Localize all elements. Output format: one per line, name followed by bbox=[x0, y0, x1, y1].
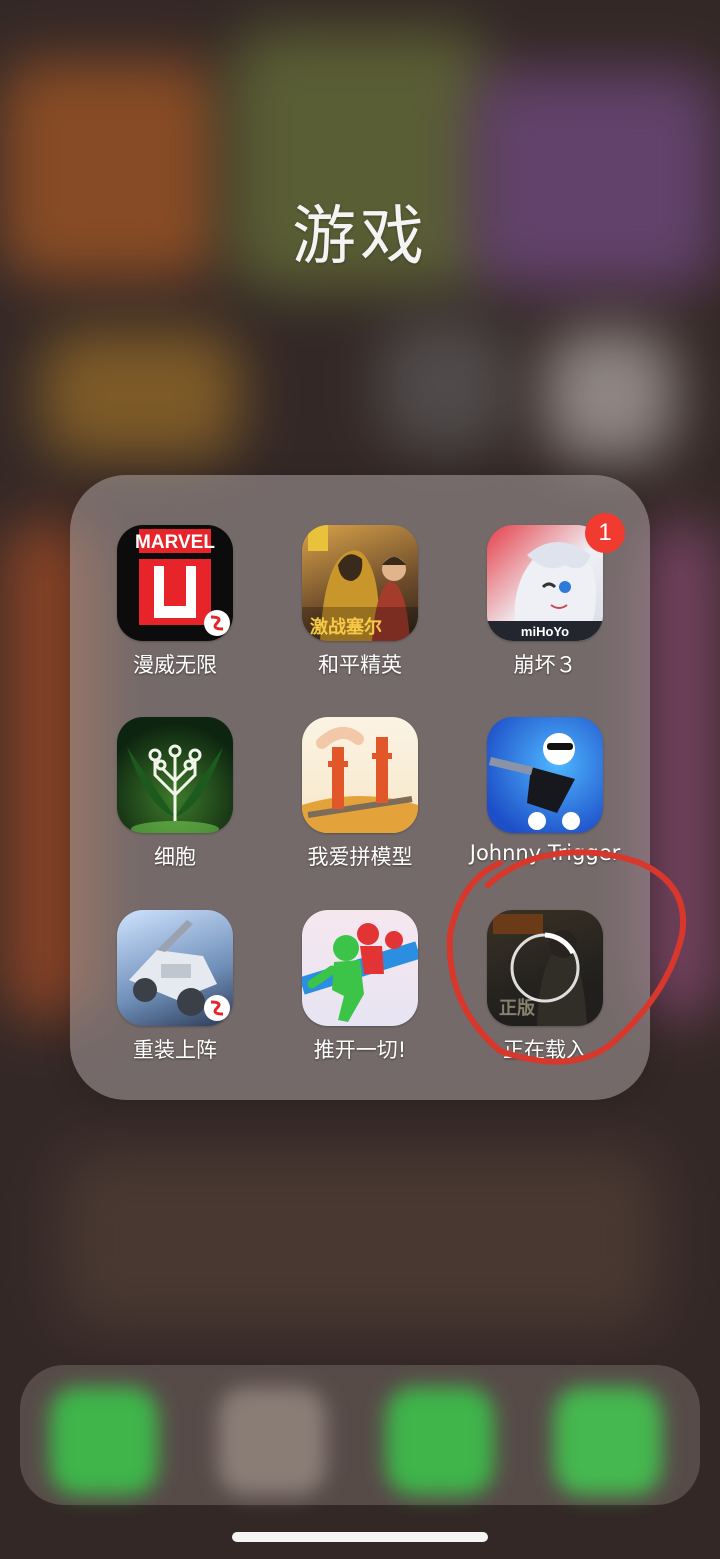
push-everything-icon bbox=[302, 910, 418, 1026]
dock bbox=[20, 1365, 700, 1505]
app-bridge-model[interactable]: 我爱拼模型 bbox=[280, 717, 440, 871]
app-label: 和平精英 bbox=[318, 653, 402, 677]
app-marvel-unlimited[interactable]: MARVEL 漫威无限 bbox=[95, 525, 255, 679]
svg-text:MARVEL: MARVEL bbox=[135, 532, 215, 553]
downloading-app-icon: 正版 bbox=[487, 910, 603, 1026]
app-label: 崩坏３ bbox=[513, 653, 577, 677]
notification-badge: 1 bbox=[585, 513, 625, 553]
cell-to-singularity-icon bbox=[117, 717, 233, 833]
app-johnny-trigger[interactable]: Johnny Trigger bbox=[465, 717, 625, 865]
app-downloading[interactable]: 正版 正在载入 bbox=[465, 910, 625, 1064]
app-label: 重装上阵 bbox=[133, 1038, 217, 1062]
peacekeeper-elite-icon: 激战塞尔 bbox=[302, 525, 418, 641]
app-label: 推开一切! bbox=[313, 1038, 407, 1062]
svg-text:miHoYo: miHoYo bbox=[521, 624, 569, 639]
wechat-icon[interactable] bbox=[554, 1387, 662, 1495]
marvel-unlimited-icon: MARVEL bbox=[117, 525, 233, 641]
mech-vehicle-icon bbox=[117, 910, 233, 1026]
folder-title[interactable]: 游戏 bbox=[0, 185, 720, 277]
app-label: 正在载入 bbox=[503, 1038, 587, 1062]
phone-icon[interactable] bbox=[50, 1387, 158, 1495]
home-indicator[interactable] bbox=[232, 1532, 488, 1542]
app-folder: MARVEL 漫威无限 激战塞尔 和平精英 miHoYo 1 崩坏３ 细胞 我爱… bbox=[70, 475, 650, 1100]
app-label: 我爱拼模型 bbox=[307, 845, 413, 869]
bridge-model-icon bbox=[302, 717, 418, 833]
svg-text:激战塞尔: 激战塞尔 bbox=[310, 616, 382, 638]
download-progress-ring bbox=[487, 910, 603, 1026]
app-peacekeeper-elite[interactable]: 激战塞尔 和平精英 bbox=[280, 525, 440, 679]
contacts-icon[interactable] bbox=[218, 1387, 326, 1495]
app-honkai-impact[interactable]: miHoYo 1 崩坏３ bbox=[465, 513, 625, 679]
honkai-impact-icon: miHoYo bbox=[487, 525, 603, 641]
app-cell[interactable]: 细胞 bbox=[95, 717, 255, 871]
messages-icon[interactable] bbox=[386, 1387, 494, 1495]
app-label: Johnny Trigger bbox=[469, 841, 621, 865]
johnny-trigger-icon bbox=[487, 717, 603, 833]
app-mech-vehicle[interactable]: 重装上阵 bbox=[95, 910, 255, 1064]
app-label: 漫威无限 bbox=[133, 653, 217, 677]
app-push-everything[interactable]: 推开一切! bbox=[280, 910, 440, 1064]
app-label: 细胞 bbox=[154, 845, 196, 869]
